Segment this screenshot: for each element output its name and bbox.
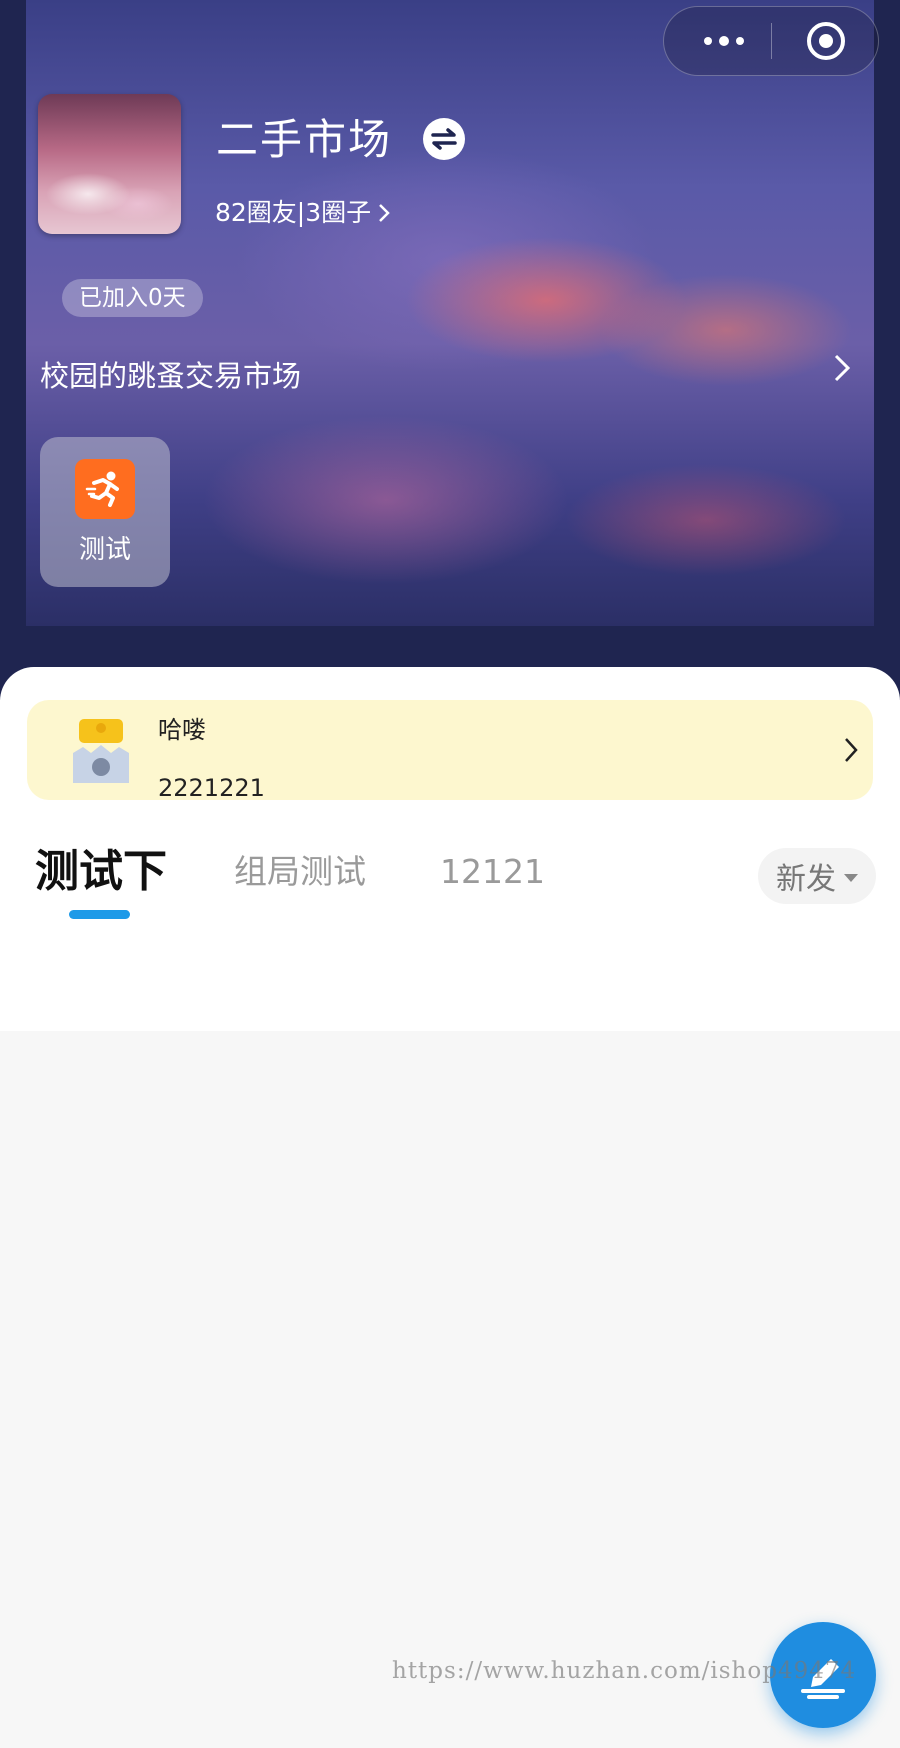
switch-icon[interactable] [423, 118, 465, 160]
target-close-icon[interactable] [807, 22, 845, 60]
circle-title: 二手市场 [216, 115, 393, 164]
tab-zujuceshi[interactable]: 组局测试 [234, 842, 366, 902]
sort-label: 新发 [776, 862, 836, 897]
app-tile-test[interactable]: 测试 [40, 437, 170, 587]
chevron-right-icon [845, 738, 858, 762]
chevron-right-icon[interactable] [832, 352, 852, 384]
notice-banner[interactable]: 哈喽 2221221 [27, 700, 873, 800]
tab-ceshixia[interactable]: 测试下 [35, 842, 167, 902]
medal-icon [69, 719, 133, 783]
app-tile-label: 测试 [78, 535, 131, 565]
circle-header: 二手市场 82圈友|3圈子 已加入0天 校园的跳蚤交易市场 测试 [0, 0, 900, 700]
sort-dropdown[interactable]: 新发 [758, 848, 876, 904]
joined-days-badge: 已加入0天 [62, 279, 203, 317]
caret-down-icon [844, 873, 858, 882]
circle-stats[interactable]: 82圈友|3圈子 [215, 196, 391, 230]
tab-12121[interactable]: 12121 [440, 842, 545, 902]
circle-stats-text: 82圈友|3圈子 [215, 198, 372, 227]
notice-subtitle: 2221221 [158, 774, 265, 800]
chevron-right-icon [379, 204, 390, 222]
circle-avatar [38, 94, 181, 234]
content-panel: 哈喽 2221221 测试下 组局测试 12121 新发 [0, 667, 900, 1031]
active-tab-indicator [69, 910, 130, 919]
circle-description: 校园的跳蚤交易市场 [40, 359, 302, 393]
miniprogram-capsule [663, 6, 879, 76]
capsule-divider [771, 23, 772, 59]
more-dots-icon[interactable] [684, 7, 764, 74]
notice-title: 哈喽 [158, 716, 206, 744]
watermark-text: https://www.huzhan.com/ishop49474 [392, 1658, 857, 1684]
running-person-icon [75, 459, 135, 519]
